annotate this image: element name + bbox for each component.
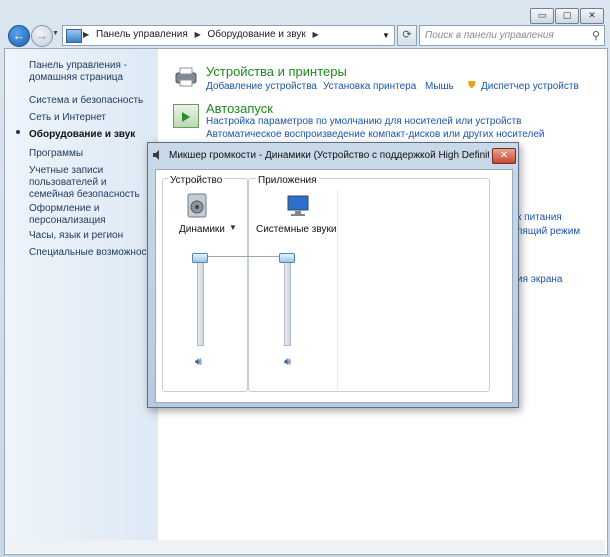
search-icon[interactable]: ⚲ <box>592 29 600 42</box>
left-navigation-pane <box>5 49 158 553</box>
play-icon <box>182 112 190 122</box>
printer-icon <box>173 66 199 88</box>
devices-printers-title[interactable]: Устройства и принтеры <box>206 64 347 79</box>
refresh-button[interactable]: ⟳ <box>397 25 417 46</box>
breadcrumb-chevron-icon: ▶ <box>83 30 90 39</box>
mixer-title: Микшер громкости - Динамики (Устройство … <box>169 150 489 161</box>
applications-group-label: Приложения <box>256 175 319 186</box>
forward-arrow-icon: → <box>35 28 49 43</box>
sidebar-item-user-accounts[interactable]: Учетные записи пользователей и семейная … <box>29 165 154 201</box>
breadcrumb-chevron-icon[interactable]: ▶ <box>195 30 201 39</box>
mixer-close-button[interactable]: ✕ <box>492 148 516 164</box>
device-mute-icon[interactable]: 🔊︎ <box>195 356 202 369</box>
shield-icon: ⛊ <box>468 80 476 91</box>
breadcrumb-control-panel[interactable]: Панель управления <box>96 29 188 40</box>
sidebar-item-appearance[interactable]: Оформление и персонализация <box>29 203 139 227</box>
sidebar-item-network[interactable]: Сеть и Интернет <box>29 112 106 124</box>
slider-link-line <box>206 256 284 257</box>
mixer-speaker-icon <box>153 150 162 160</box>
screen-link-partial[interactable]: ия экрана <box>517 274 562 285</box>
minimize-button[interactable]: ▭ <box>530 8 554 24</box>
autoplay-defaults-link[interactable]: Настройка параметров по умолчанию для но… <box>206 116 521 127</box>
status-band <box>5 540 605 553</box>
history-dropdown-icon[interactable]: ▼ <box>52 30 59 37</box>
sidebar-home-link[interactable]: Панель управления - домашняя страница <box>29 60 149 84</box>
breadcrumb-chevron-icon[interactable]: ▶ <box>313 30 319 39</box>
sidebar-item-security[interactable]: Система и безопасность <box>29 95 143 107</box>
device-name[interactable]: Динамики <box>179 224 225 235</box>
maximize-button[interactable]: ▢ <box>555 8 579 24</box>
breadcrumb-hardware-sound[interactable]: Оборудование и звук <box>208 29 306 40</box>
sidebar-item-clock-region[interactable]: Часы, язык и регион <box>29 230 123 242</box>
mixer-body: Устройство Приложения Динамики ▼ Системн… <box>155 169 513 403</box>
minimize-icon: ▭ <box>537 10 547 20</box>
selected-bullet-icon <box>16 130 20 134</box>
sidebar-item-programs[interactable]: Программы <box>29 148 83 160</box>
back-arrow-icon: ← <box>12 28 26 43</box>
search-input[interactable]: Поиск в панели управления ⚲ <box>419 25 605 46</box>
back-button[interactable]: ← <box>8 25 30 47</box>
control-panel-icon <box>66 29 82 43</box>
add-device-link[interactable]: Добавление устройства <box>206 81 317 92</box>
autoplay-title[interactable]: Автозапуск <box>206 101 273 116</box>
mixer-divider <box>337 190 338 390</box>
device-volume-slider[interactable] <box>192 253 208 263</box>
address-dropdown-icon[interactable]: ▼ <box>378 25 395 46</box>
monitor-icon[interactable] <box>285 195 311 217</box>
speaker-icon[interactable] <box>186 193 208 218</box>
sidebar-item-accessibility[interactable]: Специальные возможности <box>29 247 157 259</box>
address-bar[interactable]: ▶ Панель управления ▶ Оборудование и зву… <box>62 25 388 46</box>
close-icon: ✕ <box>588 10 596 20</box>
autoplay-cd-link[interactable]: Автоматическое воспроизведение компакт-д… <box>206 129 544 140</box>
search-placeholder: Поиск в панели управления <box>425 30 554 41</box>
maximize-icon: ▢ <box>562 10 572 20</box>
app-volume-track[interactable] <box>284 256 291 346</box>
install-printer-link[interactable]: Установка принтера <box>323 81 416 92</box>
device-dropdown-icon[interactable]: ▼ <box>229 223 237 232</box>
power-link-partial[interactable]: к питания <box>517 212 562 223</box>
device-volume-track[interactable] <box>197 256 204 346</box>
device-manager-link[interactable]: Диспетчер устройств <box>481 81 579 92</box>
breadcrumb: ▶ Панель управления ▶ Оборудование и зву… <box>83 29 323 40</box>
autoplay-icon <box>173 104 199 128</box>
app-volume-slider[interactable] <box>279 253 295 263</box>
sleep-link-partial[interactable]: пящий режим <box>517 226 580 237</box>
close-button[interactable]: ✕ <box>580 8 604 24</box>
system-sounds-label: Системные звуки <box>256 224 337 235</box>
volume-mixer-dialog: Микшер громкости - Динамики (Устройство … <box>147 142 519 408</box>
sidebar-item-hardware-sound[interactable]: Оборудование и звук <box>29 129 135 141</box>
app-mute-icon[interactable]: 🔊︎ <box>284 356 291 369</box>
mouse-link[interactable]: Мышь <box>425 81 454 92</box>
device-group-label: Устройство <box>168 175 225 186</box>
forward-button[interactable]: → <box>31 25 53 47</box>
